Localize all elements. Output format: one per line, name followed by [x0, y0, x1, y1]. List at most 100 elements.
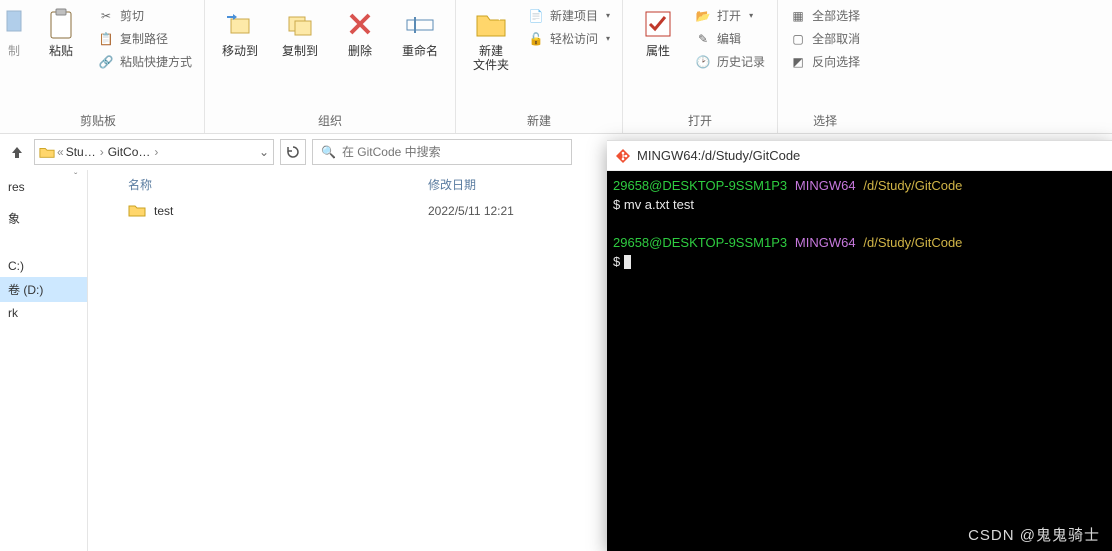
terminal-title: MINGW64:/d/Study/GitCode	[637, 148, 800, 163]
group-label-clipboard: 剪贴板	[0, 109, 196, 131]
breadcrumb-part[interactable]: GitCo…	[108, 145, 151, 159]
rename-icon	[404, 8, 436, 40]
sidebar-item[interactable]	[0, 231, 87, 239]
paste-button[interactable]: 粘贴	[34, 4, 88, 62]
easy-access-label: 轻松访问	[550, 30, 598, 47]
scissors-icon: ✂	[98, 8, 114, 24]
invert-icon: ◩	[790, 54, 806, 70]
copy-to-label: 复制到	[282, 44, 318, 58]
open-button[interactable]: 📂 打开	[691, 6, 769, 25]
copy-path-label: 复制路径	[120, 30, 168, 47]
sidebar-item[interactable]	[0, 247, 87, 255]
ribbon-group-open: 属性 📂 打开 ✎ 编辑 🕑 历史记录 打开	[623, 0, 778, 133]
up-button[interactable]	[6, 140, 28, 164]
ribbon-group-organize: 移动到 复制到 删除 重命名 组织	[205, 0, 456, 133]
properties-label: 属性	[646, 44, 670, 58]
breadcrumb-dropdown[interactable]: ⌄	[259, 145, 269, 159]
paste-label: 粘贴	[49, 44, 73, 58]
select-none-label: 全部取消	[812, 30, 860, 47]
select-none-button[interactable]: ▢ 全部取消	[786, 29, 864, 48]
term-env: MINGW64	[795, 235, 856, 250]
delete-button[interactable]: 删除	[333, 4, 387, 62]
term-command: mv a.txt test	[624, 197, 694, 212]
history-button[interactable]: 🕑 历史记录	[691, 52, 769, 71]
file-name: test	[154, 204, 173, 218]
term-prompt: $	[613, 197, 620, 212]
properties-button[interactable]: 属性	[631, 4, 685, 62]
select-all-icon: ▦	[790, 8, 806, 24]
group-label-open: 打开	[631, 109, 769, 131]
cut-button[interactable]: ✂ 剪切	[94, 6, 196, 25]
term-user: 29658@DESKTOP-9SSM1P3	[613, 178, 787, 193]
copy-path-button[interactable]: 📋 复制路径	[94, 29, 196, 48]
breadcrumb-sep: «	[57, 145, 64, 159]
rename-label: 重命名	[402, 44, 438, 58]
check-icon	[642, 8, 674, 40]
rename-button[interactable]: 重命名	[393, 4, 447, 62]
col-name[interactable]: 名称	[128, 176, 428, 193]
delete-icon	[344, 8, 376, 40]
move-to-button[interactable]: 移动到	[213, 4, 267, 62]
path-icon: 📋	[98, 31, 114, 47]
clipboard-icon	[45, 8, 77, 40]
easy-access-button[interactable]: 🔓 轻松访问	[524, 29, 614, 48]
new-item-label: 新建项目	[550, 7, 598, 24]
breadcrumb[interactable]: « Stu… › GitCo… › ⌄	[34, 139, 274, 165]
new-folder-button[interactable]: 新建 文件夹	[464, 4, 518, 77]
sidebar-item[interactable]	[0, 198, 87, 206]
select-none-icon: ▢	[790, 31, 806, 47]
invert-selection-button[interactable]: ◩ 反向选择	[786, 52, 864, 71]
search-input[interactable]	[342, 145, 563, 159]
search-box[interactable]: 🔍	[312, 139, 572, 165]
col-date[interactable]: 修改日期	[428, 176, 578, 193]
edit-icon: ✎	[695, 31, 711, 47]
sidebar-item[interactable]: rk	[0, 302, 87, 324]
group-label-organize: 组织	[213, 109, 447, 131]
folder-icon	[39, 144, 55, 160]
ribbon-group-select: ▦ 全部选择 ▢ 全部取消 ◩ 反向选择 选择	[778, 0, 872, 133]
new-folder-label: 新建 文件夹	[473, 44, 509, 73]
sidebar-item[interactable]	[0, 239, 87, 247]
terminal-output[interactable]: 29658@DESKTOP-9SSM1P3 MINGW64 /d/Study/G…	[607, 171, 1112, 278]
term-path: /d/Study/GitCode	[863, 178, 962, 193]
edit-label: 编辑	[717, 30, 741, 47]
pin-label: 制	[8, 44, 20, 58]
pin-button[interactable]: 制	[0, 4, 28, 62]
shortcut-icon: 🔗	[98, 54, 114, 70]
cursor	[624, 255, 631, 269]
new-folder-icon	[475, 8, 507, 40]
ribbon-group-new: 新建 文件夹 📄 新建项目 🔓 轻松访问 新建	[456, 0, 623, 133]
history-label: 历史记录	[717, 53, 765, 70]
new-item-icon: 📄	[528, 8, 544, 24]
copy-to-button[interactable]: 复制到	[273, 4, 327, 62]
invert-label: 反向选择	[812, 53, 860, 70]
cut-label: 剪切	[120, 7, 144, 24]
breadcrumb-part[interactable]: Stu…	[66, 145, 96, 159]
history-icon: 🕑	[695, 54, 711, 70]
search-icon: 🔍	[321, 145, 336, 159]
move-label: 移动到	[222, 44, 258, 58]
folder-icon	[128, 203, 146, 220]
sidebar-item[interactable]: 卷 (D:)	[0, 277, 87, 302]
new-item-button[interactable]: 📄 新建项目	[524, 6, 614, 25]
paste-shortcut-button[interactable]: 🔗 粘贴快捷方式	[94, 52, 196, 71]
delete-label: 删除	[348, 44, 372, 58]
chevron-right-icon: ›	[98, 145, 106, 159]
sidebar-item[interactable]: 象	[0, 206, 87, 231]
paste-shortcut-label: 粘贴快捷方式	[120, 53, 192, 70]
open-icon: 📂	[695, 8, 711, 24]
move-icon	[224, 8, 256, 40]
pin-icon	[0, 8, 30, 40]
ribbon: 制 粘贴 ✂ 剪切 📋 复制路径 🔗 粘贴快捷方式	[0, 0, 1112, 134]
sidebar-item[interactable]: C:)	[0, 255, 87, 277]
collapse-icon[interactable]: ˇ	[74, 172, 77, 183]
group-label-select: 选择	[786, 109, 864, 131]
terminal-titlebar[interactable]: MINGW64:/d/Study/GitCode	[607, 141, 1112, 171]
select-all-button[interactable]: ▦ 全部选择	[786, 6, 864, 25]
edit-button[interactable]: ✎ 编辑	[691, 29, 769, 48]
terminal-window[interactable]: MINGW64:/d/Study/GitCode 29658@DESKTOP-9…	[607, 140, 1112, 551]
file-date: 2022/5/11 12:21	[428, 204, 578, 218]
refresh-button[interactable]	[280, 139, 306, 165]
git-icon	[615, 148, 631, 164]
nav-pane[interactable]: ˇ res 象 C:) 卷 (D:) rk	[0, 170, 88, 551]
